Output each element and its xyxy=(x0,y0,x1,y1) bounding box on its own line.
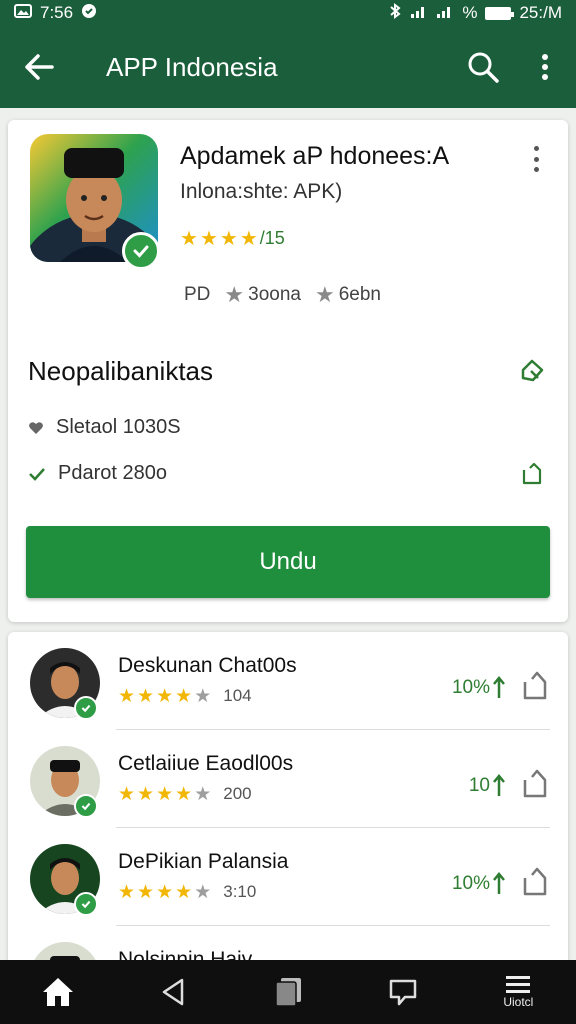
status-right-text: 25:/M xyxy=(519,3,562,22)
star-icon: ★ xyxy=(118,783,136,805)
star-icon: ★ xyxy=(219,227,238,250)
share-icon[interactable] xyxy=(520,766,550,800)
notification-icon xyxy=(81,3,97,24)
item-rating: ★ ★ ★ ★ ★ 3:10 xyxy=(118,882,256,902)
item-name: Cetlaiiue Eaodl00s xyxy=(118,752,294,775)
back-arrow-icon xyxy=(25,54,54,80)
heart-icon xyxy=(29,421,43,434)
list-item[interactable]: DePikian Palansia ★ ★ ★ ★ ★ 3:10 10% xyxy=(8,828,568,926)
edit-icon[interactable] xyxy=(518,356,548,386)
check-icon xyxy=(29,467,45,481)
menu-label: Uiotcl xyxy=(503,995,534,1009)
star-empty-icon: ★ xyxy=(194,783,212,805)
info-row-label: Pdarot 280o xyxy=(58,462,167,484)
app-subtitle: Inlona:shte: APK) xyxy=(180,180,343,203)
triangle-back-icon xyxy=(162,978,184,1006)
battery-percent: % xyxy=(462,3,478,22)
menu-button[interactable]: Uiotcl xyxy=(478,960,558,1024)
star-icon: ★ xyxy=(137,685,155,707)
item-name: DePikian Palansia xyxy=(118,850,289,873)
verified-badge-icon xyxy=(74,794,98,818)
info-row-size: Sletaol 1030S xyxy=(28,416,181,439)
bluetooth-icon xyxy=(388,2,402,24)
more-vert-icon xyxy=(542,54,548,80)
battery-icon xyxy=(485,6,515,20)
more-options-button[interactable] xyxy=(514,26,576,108)
info-row-label: Sletaol 1030S xyxy=(56,416,181,438)
info-row-downloads: Pdarot 280o xyxy=(28,462,167,485)
related-apps-list: Deskunan Chat00s ★ ★ ★ ★ ★ 104 10% Cetlaiiue… xyxy=(8,632,568,972)
section-title: Neopalibaniktas xyxy=(28,356,214,386)
signal-icon xyxy=(410,3,428,24)
star-icon: ★ xyxy=(137,783,155,805)
chat-button[interactable] xyxy=(363,960,443,1024)
verified-badge-icon xyxy=(74,892,98,916)
verified-badge-icon xyxy=(74,696,98,720)
star-icon: ★ xyxy=(118,685,136,707)
star-empty-icon: ★ xyxy=(194,685,212,707)
item-rating-value: 3:10 xyxy=(223,882,257,901)
item-rating-value: 200 xyxy=(223,784,252,803)
app-rating: ★ ★ ★ ★ /15 xyxy=(180,228,285,249)
star-icon: ★ xyxy=(180,227,198,250)
app-rating-value: /15 xyxy=(259,228,285,248)
back-nav-button[interactable] xyxy=(133,960,213,1024)
item-rating: ★ ★ ★ ★ ★ 104 xyxy=(118,686,252,706)
star-icon: ★ xyxy=(156,685,174,707)
meta-item: PD xyxy=(184,284,211,305)
home-icon xyxy=(42,978,73,1006)
status-bar: 7:56 % 25:/M xyxy=(0,0,576,26)
download-button[interactable]: Undu xyxy=(26,526,550,598)
chat-icon xyxy=(389,979,417,1006)
list-item[interactable]: Cetlaiiue Eaodl00s ★ ★ ★ ★ ★ 200 10 xyxy=(8,730,568,828)
star-outline-icon: ★ xyxy=(314,282,335,307)
trend-up-icon xyxy=(493,872,505,894)
star-icon: ★ xyxy=(239,227,258,250)
meta-item: ★ 3oona xyxy=(224,282,301,307)
status-time: 7:56 xyxy=(40,3,74,22)
app-bar: APP Indonesia xyxy=(0,26,576,108)
bottom-nav-bar: Uiotcl xyxy=(0,960,576,1024)
trend-up-icon xyxy=(493,774,505,796)
star-icon: ★ xyxy=(118,881,136,903)
star-icon: ★ xyxy=(156,881,174,903)
app-meta-row: PD ★ 3oona ★ 6ebn xyxy=(184,282,381,308)
item-count: 10 xyxy=(469,774,506,798)
home-button[interactable] xyxy=(18,960,98,1024)
page-title: APP Indonesia xyxy=(106,51,278,82)
verified-badge-icon xyxy=(122,232,160,270)
star-icon: ★ xyxy=(199,227,218,250)
star-icon: ★ xyxy=(175,783,193,805)
share-icon[interactable] xyxy=(518,458,546,486)
meta-item: ★ 6ebn xyxy=(314,282,381,307)
star-icon: ★ xyxy=(137,881,155,903)
star-icon: ★ xyxy=(175,881,193,903)
search-button[interactable] xyxy=(452,26,514,108)
list-item[interactable]: Deskunan Chat00s ★ ★ ★ ★ ★ 104 10% xyxy=(8,632,568,730)
star-empty-icon: ★ xyxy=(194,881,212,903)
app-name: Apdamek aP hdonees:A xyxy=(180,142,450,170)
star-icon: ★ xyxy=(156,783,174,805)
gallery-icon xyxy=(14,3,32,23)
back-button[interactable] xyxy=(0,26,78,108)
app-detail-card: Apdamek aP hdonees:A Inlona:shte: APK) ★… xyxy=(8,120,568,622)
item-count: 10% xyxy=(452,872,506,896)
star-icon: ★ xyxy=(175,685,193,707)
search-icon xyxy=(468,52,499,83)
menu-icon xyxy=(506,976,531,993)
trend-up-icon xyxy=(493,676,505,698)
item-count: 10% xyxy=(452,676,506,700)
signal-2-icon xyxy=(436,3,454,24)
share-icon[interactable] xyxy=(520,864,550,898)
recents-button[interactable] xyxy=(248,960,328,1024)
item-rating-value: 104 xyxy=(223,686,252,705)
recents-icon xyxy=(275,978,301,1007)
star-outline-icon: ★ xyxy=(224,282,245,307)
item-rating: ★ ★ ★ ★ ★ 200 xyxy=(118,784,252,804)
item-name: Deskunan Chat00s xyxy=(118,654,297,677)
card-overflow-button[interactable] xyxy=(524,144,548,174)
share-icon[interactable] xyxy=(520,668,550,702)
